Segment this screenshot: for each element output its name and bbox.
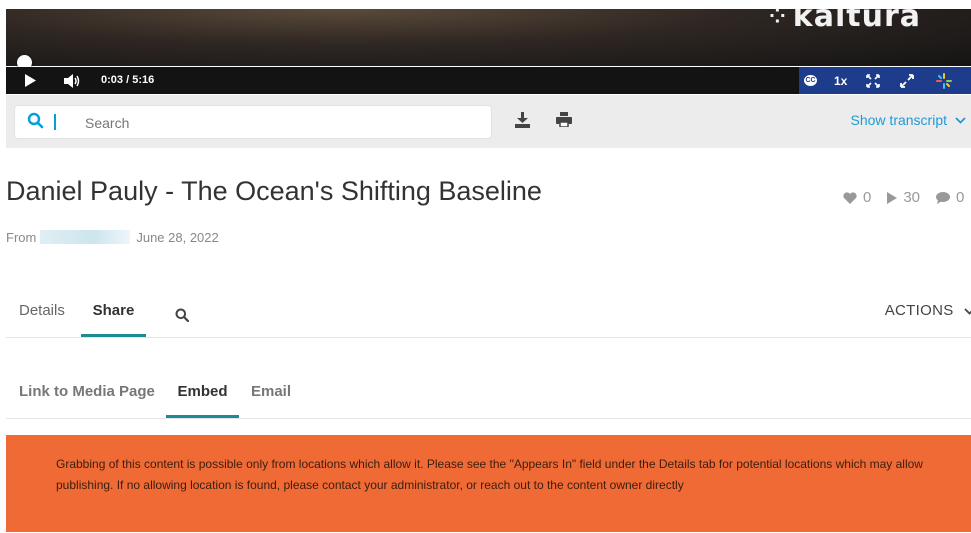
- entry-title: Daniel Pauly - The Ocean's Shifting Base…: [6, 176, 542, 206]
- search-icon: [175, 308, 190, 323]
- likes-count: 0: [863, 189, 872, 206]
- download-button[interactable]: [515, 112, 530, 133]
- tab-link-to-media-page[interactable]: Link to Media Page: [19, 380, 155, 418]
- heart-icon[interactable]: [843, 191, 857, 204]
- kaltura-logo: ⁘ kaltura: [769, 9, 921, 34]
- entry-stats: 0 30 0: [843, 189, 971, 206]
- chevron-down-icon: [964, 308, 971, 315]
- text-cursor: [54, 114, 56, 130]
- share-tabs: Link to Media Page Embed Email: [6, 380, 971, 419]
- entry-tabs: Details Share ACTIONS: [6, 300, 971, 338]
- play-button[interactable]: [24, 67, 36, 94]
- tab-details[interactable]: Details: [19, 300, 65, 337]
- owner-name-redacted[interactable]: [40, 230, 131, 244]
- embed-warning-alert: Grabbing of this content is possible onl…: [6, 435, 971, 532]
- tab-search[interactable]: [175, 307, 190, 344]
- from-label: From: [6, 230, 37, 245]
- download-icon: [515, 112, 530, 128]
- chevron-down-icon: [955, 116, 966, 124]
- print-icon: [556, 112, 572, 128]
- search-icon: [27, 112, 44, 134]
- expand-icon: [866, 73, 880, 88]
- transcript-toolbar: Show transcript: [6, 95, 971, 148]
- fullscreen-button[interactable]: [900, 67, 914, 94]
- alert-message: Grabbing of this content is possible onl…: [56, 457, 923, 492]
- fullscreen-icon: [900, 73, 914, 88]
- transcript-search-input[interactable]: [83, 112, 467, 134]
- entry-date: June 28, 2022: [136, 230, 219, 245]
- entry-byline: From June 28, 2022: [6, 230, 219, 245]
- video-frame[interactable]: ⁘ kaltura: [6, 9, 971, 66]
- comments-count: 0: [956, 189, 965, 206]
- comment-icon: [936, 191, 951, 204]
- tab-embed[interactable]: Embed: [166, 380, 239, 418]
- plays-icon: [887, 191, 898, 204]
- tab-share[interactable]: Share: [81, 300, 146, 337]
- time-display: 0:03 / 5:16: [101, 67, 154, 94]
- time-current: 0:03: [101, 74, 124, 86]
- plays-count: 30: [903, 189, 921, 206]
- transcript-search-box[interactable]: [14, 105, 492, 139]
- speed-button[interactable]: 1x: [834, 67, 847, 94]
- player-control-bar: 0:03 / 5:16 CC 1x: [6, 67, 971, 94]
- expand-button[interactable]: [866, 67, 880, 94]
- volume-button[interactable]: [64, 67, 80, 94]
- actions-label: ACTIONS: [884, 302, 954, 319]
- captions-icon: CC: [804, 75, 817, 86]
- kaltura-sparkle-icon: [936, 72, 952, 89]
- play-icon: [25, 74, 36, 87]
- time-total: / 5:16: [126, 74, 155, 86]
- tab-email[interactable]: Email: [251, 380, 291, 418]
- kaltura-menu-button[interactable]: [936, 67, 952, 94]
- show-transcript-toggle[interactable]: Show transcript: [851, 112, 966, 128]
- volume-icon: [64, 73, 80, 88]
- show-transcript-label: Show transcript: [850, 112, 947, 128]
- actions-menu[interactable]: ACTIONS: [885, 302, 971, 319]
- right-controls: CC 1x: [799, 67, 971, 94]
- kaltura-symbol-icon: ⁘: [769, 9, 787, 28]
- print-button[interactable]: [556, 112, 572, 132]
- captions-button[interactable]: CC: [804, 67, 817, 94]
